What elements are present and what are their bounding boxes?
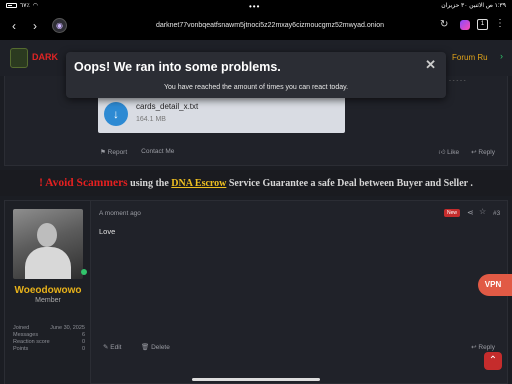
report-button[interactable]: ⚑ Report: [100, 148, 127, 156]
battery-percent: ٦٧٪: [20, 3, 30, 9]
post-3: Woeodowowo Member Joined June 30, 2025 Me…: [4, 200, 508, 384]
banner-rest: Service Guarantee a safe Deal between Bu…: [228, 178, 473, 189]
chevron-up-icon: ⌃: [488, 355, 498, 366]
online-indicator: [81, 269, 87, 275]
reply-label-2: Reply: [478, 344, 495, 351]
vpn-button[interactable]: VPN: [478, 274, 512, 296]
username[interactable]: Woeodowowo: [5, 285, 91, 296]
report-label: Report: [107, 149, 128, 156]
post-actions: ⚑ Report Contact Me: [100, 148, 174, 156]
edit-label: Edit: [110, 344, 122, 351]
back-button[interactable]: ‹: [12, 19, 16, 33]
attachment-card[interactable]: ↓ cards_detail_x.txt 164.1 MB: [98, 95, 345, 133]
divider: - - - - -: [449, 78, 466, 84]
tabs-button[interactable]: 1: [477, 19, 488, 30]
reply-label: Reply: [478, 149, 495, 156]
reload-icon[interactable]: ↻: [440, 19, 448, 30]
reply-button-2[interactable]: ↩ Reply: [471, 343, 495, 351]
avatar[interactable]: [13, 209, 83, 279]
forum-rules-link[interactable]: Forum Ru: [452, 53, 488, 62]
delete-button[interactable]: 🗑︎ Delete: [141, 343, 170, 351]
attachment-size: 164.1 MB: [136, 116, 166, 123]
forward-button[interactable]: ›: [33, 19, 37, 33]
close-icon[interactable]: ✕: [425, 57, 436, 73]
post-actions-right: 👍︎ Like ↩ Reply: [439, 148, 495, 156]
site-logo-icon[interactable]: [10, 48, 28, 68]
stat-reaction-score: Reaction score 0: [13, 339, 85, 345]
user-stats: Joined June 30, 2025 Messages 6 Reaction s…: [13, 325, 85, 353]
delete-label: Delete: [151, 344, 170, 351]
avatar-head: [37, 223, 57, 247]
site-logo-text[interactable]: DARK: [32, 52, 58, 62]
user-info: Woeodowowo Member Joined June 30, 2025 Me…: [5, 201, 91, 384]
error-popup: Oops! We ran into some problems. ✕ You h…: [66, 52, 446, 98]
banner-using: using the: [130, 178, 169, 189]
popup-title: Oops! We ran into some problems.: [74, 60, 281, 74]
menu-icon[interactable]: ⋮: [495, 18, 505, 29]
like-button[interactable]: 👍︎ Like: [439, 148, 460, 156]
attachment-name[interactable]: cards_detail_x.txt: [136, 102, 198, 111]
banner-warning: ! Avoid Scammers: [39, 177, 128, 189]
wifi-icon: ◠: [32, 3, 38, 9]
rules-label: Forum Ru: [452, 53, 488, 62]
new-badge: New: [444, 209, 460, 217]
post-number[interactable]: #3: [493, 210, 500, 217]
escrow-banner: ! Avoid Scammers using the DNA Escrow Se…: [0, 170, 512, 196]
like-label: Like: [447, 149, 460, 156]
edit-button[interactable]: ✎ Edit: [103, 343, 121, 351]
ios-status-bar: ٦٧٪ ◠ ••• ١:٣٩ ص الاثنين ٣٠ حزيران: [0, 0, 512, 12]
multitask-dots[interactable]: •••: [249, 2, 260, 11]
trash-icon: 🗑︎: [141, 344, 152, 351]
user-role: Member: [35, 297, 61, 304]
tor-onion-icon[interactable]: ◉: [52, 18, 67, 33]
extension-icon[interactable]: [460, 20, 470, 30]
escrow-link[interactable]: DNA Escrow: [171, 178, 226, 189]
reply-button[interactable]: ↩ Reply: [471, 148, 495, 156]
thumbs-up-icon: 👍︎: [438, 149, 448, 156]
browser-toolbar: ‹ › ◉ darknet77vonbqeatfsnawm5jtnoci5z22…: [0, 12, 512, 40]
popup-message: You have reached the amount of times you…: [163, 84, 349, 91]
home-indicator[interactable]: [192, 378, 320, 381]
bookmark-icon[interactable]: ☆: [479, 207, 486, 216]
contact-button[interactable]: Contact Me: [141, 148, 174, 156]
avatar-body: [25, 247, 71, 279]
download-icon[interactable]: ↓: [104, 102, 128, 126]
share-icon[interactable]: ⋖: [467, 208, 474, 217]
stat-messages: Messages 6: [13, 332, 85, 338]
status-datetime: ١:٣٩ ص الاثنين ٣٠ حزيران: [441, 3, 506, 9]
stat-points: Points 0: [13, 346, 85, 352]
chevron-right-icon[interactable]: ›: [500, 51, 503, 61]
stat-joined: Joined June 30, 2025: [13, 325, 85, 331]
scroll-top-button[interactable]: ⌃: [484, 352, 502, 370]
flag-icon: ⚑: [100, 149, 108, 156]
post-date[interactable]: A moment ago: [99, 210, 141, 217]
battery-icon: [6, 3, 17, 8]
address-bar[interactable]: darknet77vonbqeatfsnawm5jtnoci5z22mxay6c…: [80, 18, 460, 34]
post-body: Love: [99, 227, 116, 236]
status-left: ٦٧٪ ◠: [6, 2, 38, 9]
